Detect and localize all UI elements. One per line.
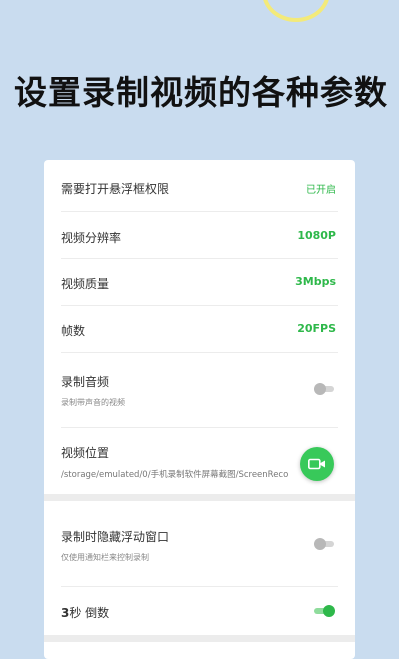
setting-overlay-permission[interactable]: 需要打开悬浮框权限 已开启 [61, 160, 338, 212]
setting-hide-float-window[interactable]: 录制时隐藏浮动窗口 仅使用通知栏来控制录制 [61, 501, 338, 587]
toggle-knob [314, 538, 326, 550]
countdown-toggle[interactable] [314, 605, 335, 617]
setting-quality[interactable]: 视频质量 3Mbps [61, 259, 338, 306]
setting-record-audio[interactable]: 录制音频 录制带声音的视频 [61, 353, 338, 428]
hide-float-toggle[interactable] [314, 538, 334, 550]
countdown-label: 秒 倒数 [69, 606, 110, 620]
page-headline: 设置录制视频的各种参数 [14, 73, 388, 112]
setting-countdown[interactable]: 3秒 倒数 [61, 587, 338, 635]
setting-label: 视频质量 [61, 277, 110, 291]
setting-label: 录制时隐藏浮动窗口 [61, 530, 170, 544]
fps-value: 20FPS [297, 322, 336, 335]
setting-resolution[interactable]: 视频分辨率 1080P [61, 212, 338, 259]
record-floating-button[interactable] [300, 447, 334, 481]
section-divider [44, 494, 355, 501]
setting-label: 视频位置 [61, 446, 110, 460]
quality-value: 3Mbps [295, 275, 336, 288]
decorative-circle [262, 0, 330, 22]
setting-label: 3秒 倒数 [61, 604, 109, 621]
toggle-knob [323, 605, 335, 617]
setting-label: 录制音频 [61, 375, 110, 389]
setting-video-location[interactable]: 视频位置 /storage/emulated/0/手机录制软件屏幕截图/Scre… [61, 428, 338, 494]
setting-sublabel: 录制带声音的视频 [61, 398, 125, 407]
permission-status: 已开启 [306, 185, 336, 196]
settings-card: 需要打开悬浮框权限 已开启 视频分辨率 1080P 视频质量 3Mbps 帧数 … [44, 160, 355, 659]
video-path: /storage/emulated/0/手机录制软件屏幕截图/ScreenRec… [61, 470, 289, 480]
section-divider [44, 635, 355, 642]
video-camera-icon [308, 458, 325, 470]
setting-sublabel: 仅使用通知栏来控制录制 [61, 553, 149, 562]
setting-label: 需要打开悬浮框权限 [61, 182, 170, 196]
record-audio-toggle[interactable] [314, 383, 334, 395]
resolution-value: 1080P [297, 229, 336, 242]
setting-fps[interactable]: 帧数 20FPS [61, 306, 338, 353]
toggle-knob [314, 383, 326, 395]
setting-label: 视频分辨率 [61, 231, 122, 245]
setting-label: 帧数 [61, 324, 86, 338]
